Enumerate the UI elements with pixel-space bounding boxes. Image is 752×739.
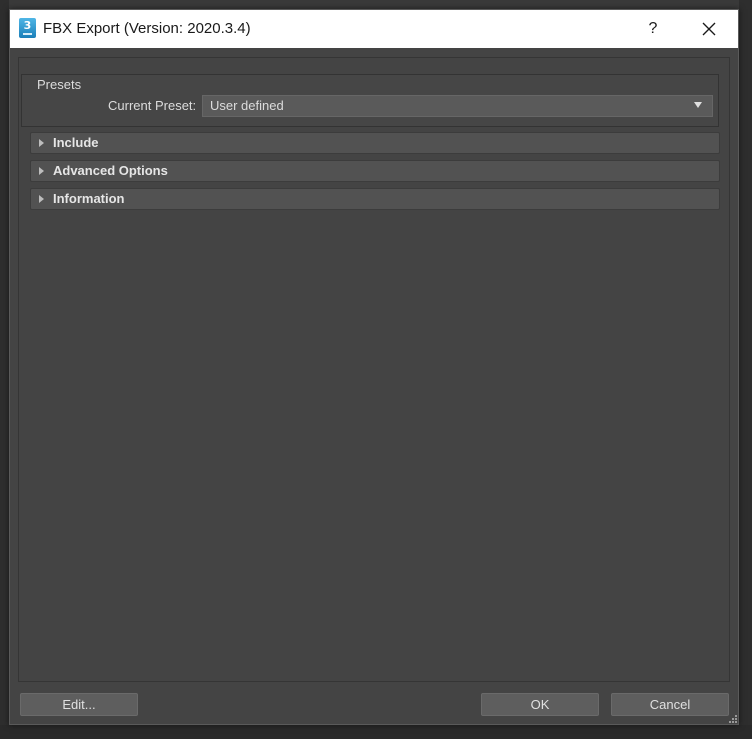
- chevron-right-icon: [39, 195, 44, 203]
- current-preset-dropdown[interactable]: User defined: [202, 95, 713, 117]
- chevron-down-icon: [694, 102, 702, 108]
- app-icon-digit: 3: [23, 19, 32, 32]
- section-advanced-options[interactable]: Advanced Options: [30, 160, 720, 182]
- section-information[interactable]: Information: [30, 188, 720, 210]
- chevron-right-icon: [39, 139, 44, 147]
- section-include-label: Include: [53, 135, 99, 150]
- help-icon: ?: [648, 20, 658, 37]
- backdrop-right-edge: [739, 0, 752, 739]
- cancel-button[interactable]: Cancel: [611, 693, 729, 716]
- close-button[interactable]: [686, 10, 732, 48]
- ok-button[interactable]: OK: [481, 693, 599, 716]
- section-information-label: Information: [53, 191, 125, 206]
- section-advanced-options-label: Advanced Options: [53, 163, 168, 178]
- app-icon-bar: [23, 33, 32, 35]
- backdrop-left-edge: [0, 0, 9, 739]
- backdrop-bottom-edge: [0, 725, 752, 739]
- fbx-export-dialog: 3 FBX Export (Version: 2020.3.4) ? Prese…: [9, 9, 739, 725]
- edit-button[interactable]: Edit...: [20, 693, 138, 716]
- title-bar[interactable]: 3 FBX Export (Version: 2020.3.4) ?: [10, 10, 738, 48]
- presets-group-title: Presets: [37, 77, 82, 92]
- current-preset-value: User defined: [210, 98, 284, 113]
- chevron-right-icon: [39, 167, 44, 175]
- app-icon: 3: [19, 18, 36, 38]
- window-title: FBX Export (Version: 2020.3.4): [43, 20, 251, 37]
- current-preset-label: Current Preset:: [108, 98, 197, 113]
- section-include[interactable]: Include: [30, 132, 720, 154]
- resize-grip-icon[interactable]: [728, 714, 738, 724]
- close-icon: [702, 22, 716, 36]
- help-button[interactable]: ?: [630, 10, 676, 48]
